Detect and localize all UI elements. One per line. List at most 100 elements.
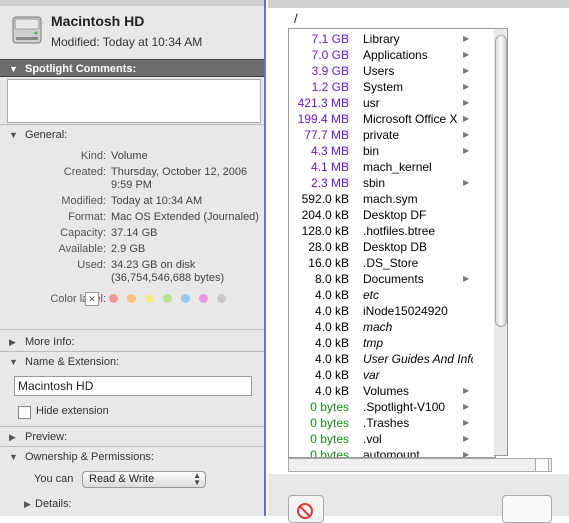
file-size: 4.0 kB: [314, 368, 349, 382]
file-row[interactable]: 4.1 MB mach_kernel: [289, 159, 479, 175]
file-list-column[interactable]: 7.1 GB Library ▶ 7.0 GB Applications ▶ 3.9 GB U…: [288, 28, 496, 458]
file-row[interactable]: 0 bytes automount ▶: [289, 447, 479, 457]
general-key: Format:: [68, 211, 106, 223]
file-row[interactable]: 7.0 GB Applications ▶: [289, 47, 479, 63]
file-row[interactable]: 4.0 kB Volumes ▶: [289, 383, 479, 399]
file-size: 16.0 kB: [308, 256, 349, 270]
file-row[interactable]: 28.0 kB Desktop DB: [289, 239, 479, 255]
file-row[interactable]: 0 bytes .Spotlight-V100 ▶: [289, 399, 479, 415]
file-size: 4.3 MB: [310, 144, 349, 158]
vertical-scrollbar[interactable]: [494, 28, 508, 456]
spotlight-comments-label: Spotlight Comments:: [25, 63, 137, 75]
name-extension-header[interactable]: ▼ Name & Extension:: [0, 353, 264, 371]
file-size: 8.0 kB: [314, 272, 349, 286]
preview-header[interactable]: ▶ Preview:: [0, 428, 264, 446]
file-row[interactable]: 7.1 GB Library ▶: [289, 31, 479, 47]
file-row[interactable]: 4.3 MB bin ▶: [289, 143, 479, 159]
disclosure-closed-icon[interactable]: ▶: [9, 333, 16, 351]
file-name: etc: [363, 288, 380, 302]
folder-arrow-icon: ▶: [463, 386, 470, 395]
ownership-header[interactable]: ▼ Ownership & Permissions:: [0, 448, 264, 466]
folder-arrow-icon: ▶: [463, 418, 470, 427]
more-info-header[interactable]: ▶ More Info:: [0, 333, 264, 351]
disclosure-open-icon[interactable]: ▼: [9, 126, 18, 144]
permissions-value: Read & Write: [89, 473, 155, 485]
disclosure-closed-icon[interactable]: ▶: [24, 495, 31, 513]
stop-button[interactable]: [288, 495, 324, 523]
divider: [0, 351, 264, 352]
stop-icon: [297, 503, 313, 519]
general-label: General:: [25, 129, 68, 141]
file-name: Microsoft Office X: [363, 112, 458, 126]
disclosure-closed-icon[interactable]: ▶: [9, 428, 16, 446]
file-name: usr: [363, 96, 380, 110]
spotlight-comments-header[interactable]: ▼ Spotlight Comments:: [0, 59, 264, 77]
color-label-swatch[interactable]: [217, 294, 226, 303]
folder-arrow-icon: ▶: [463, 114, 470, 123]
file-name: mach: [363, 320, 393, 334]
name-field[interactable]: Macintosh HD: [14, 376, 252, 396]
file-size: 77.7 MB: [304, 128, 349, 142]
file-row[interactable]: 2.3 MB sbin ▶: [289, 175, 479, 191]
scroll-thumb[interactable]: [495, 35, 507, 327]
file-row[interactable]: 4.0 kB tmp: [289, 335, 479, 351]
file-row[interactable]: 204.0 kB Desktop DF: [289, 207, 479, 223]
color-label-swatch[interactable]: [181, 294, 190, 303]
hide-extension-label: Hide extension: [36, 405, 109, 417]
resize-corner[interactable]: [535, 458, 549, 472]
file-row[interactable]: 4.0 kB User Guides And Information: [289, 351, 479, 367]
hide-extension-checkbox[interactable]: [18, 406, 31, 419]
permissions-popup[interactable]: Read & Write ▲ ▼: [82, 471, 206, 488]
file-name: Users: [363, 64, 395, 78]
file-row[interactable]: 4.0 kB var: [289, 367, 479, 383]
file-row[interactable]: 4.0 kB mach: [289, 319, 479, 335]
file-size: 4.0 kB: [314, 304, 349, 318]
spotlight-comments-field[interactable]: [7, 79, 261, 123]
folder-arrow-icon: ▶: [463, 50, 470, 59]
color-label-swatch[interactable]: [163, 294, 172, 303]
file-size: 28.0 kB: [308, 240, 349, 254]
file-row[interactable]: 199.4 MB Microsoft Office X ▶: [289, 111, 479, 127]
general-key: Available:: [58, 243, 107, 255]
color-label-swatch[interactable]: [145, 294, 154, 303]
file-name: Applications: [363, 48, 428, 62]
file-row[interactable]: 4.0 kB etc: [289, 287, 479, 303]
file-row[interactable]: 16.0 kB .DS_Store: [289, 255, 479, 271]
disclosure-open-icon[interactable]: ▼: [9, 353, 18, 371]
general-header[interactable]: ▼ General:: [0, 126, 264, 144]
folder-arrow-icon: ▶: [463, 82, 470, 91]
color-label-swatch[interactable]: [199, 294, 208, 303]
file-row[interactable]: 0 bytes .vol ▶: [289, 431, 479, 447]
ownership-label: Ownership & Permissions:: [25, 451, 154, 463]
folder-arrow-icon: ▶: [463, 98, 470, 107]
file-size: 4.1 MB: [310, 160, 349, 174]
file-name: Documents: [363, 272, 424, 286]
disclosure-open-icon[interactable]: ▼: [9, 60, 18, 78]
file-row[interactable]: 8.0 kB Documents ▶: [289, 271, 479, 287]
file-row[interactable]: 421.3 MB usr ▶: [289, 95, 479, 111]
more-info-label: More Info:: [25, 336, 75, 348]
file-row[interactable]: 4.0 kB iNode15024920: [289, 303, 479, 319]
file-row[interactable]: 128.0 kB .hotfiles.btree: [289, 223, 479, 239]
modified-header: Modified: Today at 10:34 AM: [51, 35, 203, 49]
no-label-icon[interactable]: ✕: [85, 292, 99, 306]
file-size: 0 bytes: [310, 400, 349, 414]
file-size: 4.0 kB: [314, 288, 349, 302]
file-row[interactable]: 77.7 MB private ▶: [289, 127, 479, 143]
popup-arrows-icon: ▲ ▼: [193, 471, 201, 487]
general-value: 37.14 GB: [111, 227, 158, 239]
title-bar: [0, 0, 264, 6]
file-row[interactable]: 1.2 GB System ▶: [289, 79, 479, 95]
file-row[interactable]: 3.9 GB Users ▶: [289, 63, 479, 79]
finder-title-bar: [268, 0, 569, 8]
file-size: 3.9 GB: [311, 64, 349, 78]
horizontal-scrollbar[interactable]: [288, 458, 552, 472]
file-row[interactable]: 0 bytes .Trashes ▶: [289, 415, 479, 431]
details-header[interactable]: ▶ Details:: [0, 495, 264, 513]
disclosure-open-icon[interactable]: ▼: [9, 448, 18, 466]
color-label-swatch[interactable]: [127, 294, 136, 303]
preview-button[interactable]: [502, 495, 552, 523]
you-can-label: You can: [34, 473, 74, 485]
color-label-swatch[interactable]: [109, 294, 118, 303]
file-row[interactable]: 592.0 kB mach.sym: [289, 191, 479, 207]
